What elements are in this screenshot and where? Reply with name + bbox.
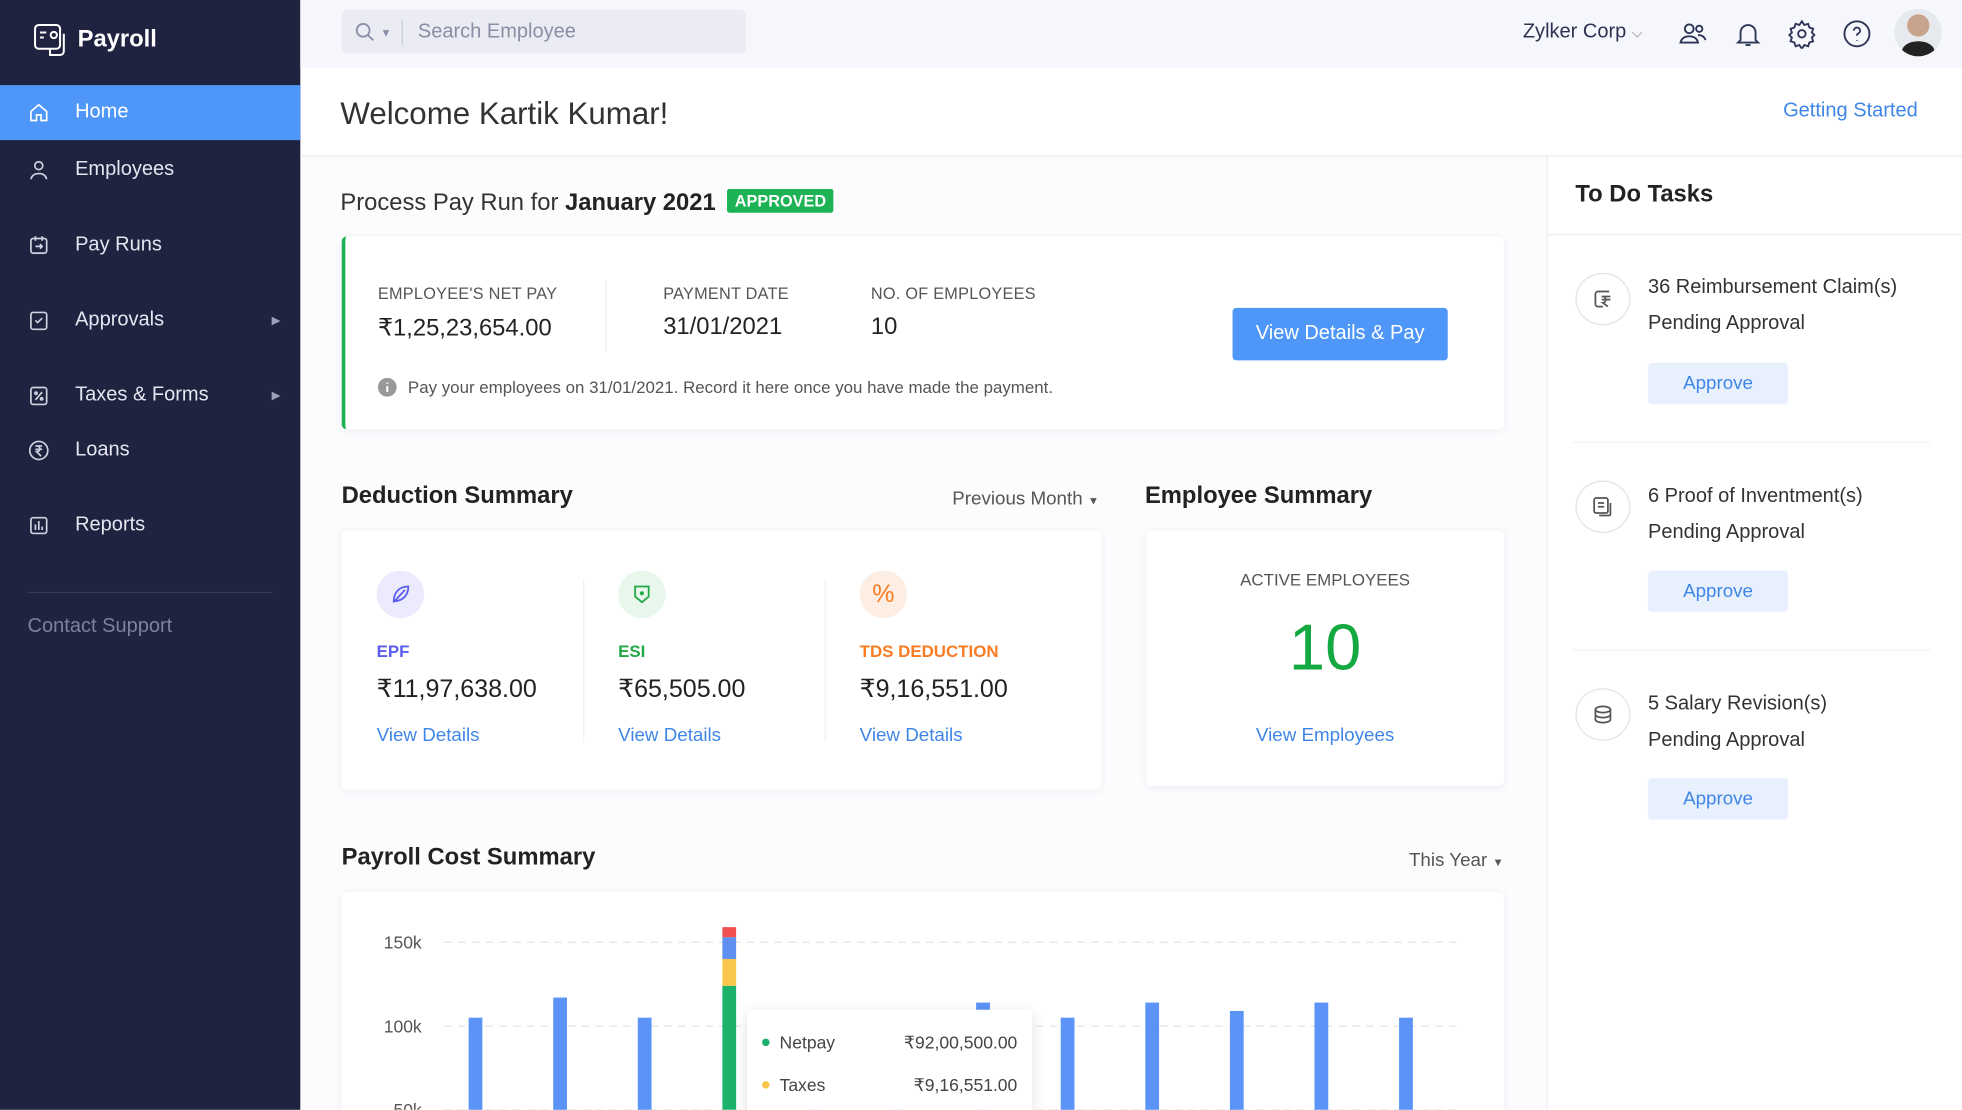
task-divider (1572, 441, 1931, 443)
task-item: 6 Proof of Inventment(s) Pending Approval (1648, 478, 1863, 551)
y-tick-label: 50k (393, 1100, 421, 1110)
bar (1399, 1017, 1413, 1110)
netpay-dot-icon (762, 1038, 770, 1047)
stacked-bar-segment (722, 927, 737, 938)
stacked-bar-segment (722, 937, 737, 959)
task-status: Pending Approval (1647, 312, 1805, 335)
approve-button[interactable]: Approve (1647, 778, 1789, 820)
tooltip-value: ₹9,16,551.00 (913, 1074, 1018, 1095)
bar (553, 997, 567, 1110)
y-tick-label: 150k (384, 932, 422, 952)
document-icon (1575, 480, 1631, 534)
tooltip-row-netpay: Netpay ₹92,00,500.00 (762, 1032, 1017, 1053)
y-tick-label: 100k (384, 1016, 422, 1036)
task-title: 6 Proof of Inventment(s) (1647, 485, 1863, 507)
coins-icon (1575, 688, 1631, 741)
bar (1060, 1017, 1075, 1110)
task-title: 5 Salary Revision(s) (1647, 693, 1828, 715)
stacked-bar-segment (722, 958, 737, 986)
tooltip-row-taxes: Taxes ₹9,16,551.00 (762, 1075, 1017, 1096)
bar (1229, 1010, 1244, 1110)
tooltip-label: Taxes (779, 1074, 826, 1095)
stacked-bar-segment (722, 985, 737, 1110)
task-item: 5 Salary Revision(s) Pending Approval (1648, 686, 1827, 759)
todo-divider (1547, 233, 1962, 236)
bar (468, 1017, 483, 1110)
approve-button[interactable]: Approve (1647, 362, 1789, 405)
approve-button[interactable]: Approve (1647, 570, 1789, 612)
bar (1314, 1002, 1329, 1110)
taxes-dot-icon (762, 1081, 770, 1089)
payroll-cost-chart: 150k 100k 50k (384, 927, 1458, 1110)
task-title: 36 Reimbursement Claim(s) (1647, 276, 1898, 298)
chart-tooltip: Netpay ₹92,00,500.00 Taxes ₹9,16,551.00 (747, 1009, 1033, 1110)
task-status: Pending Approval (1647, 729, 1805, 751)
tooltip-label: Netpay (779, 1032, 836, 1053)
task-divider (1572, 649, 1931, 651)
bar (1145, 1002, 1160, 1110)
task-item: 36 Reimbursement Claim(s) Pending Approva… (1648, 269, 1897, 342)
bar (637, 1017, 652, 1110)
tooltip-value: ₹92,00,500.00 (903, 1032, 1018, 1053)
todo-title: To Do Tasks (1575, 181, 1714, 208)
reimbursement-icon (1575, 272, 1631, 326)
task-status: Pending Approval (1647, 521, 1805, 544)
